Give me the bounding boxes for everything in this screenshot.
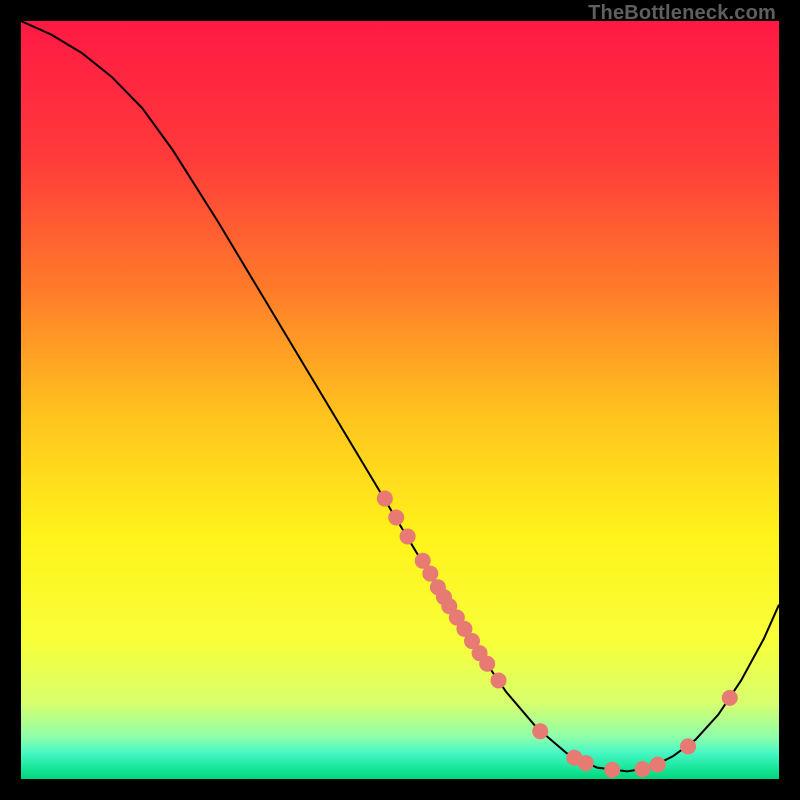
data-point — [680, 738, 696, 754]
data-point — [422, 566, 438, 582]
data-point — [650, 757, 666, 773]
chart-background — [21, 21, 779, 779]
data-point — [479, 656, 495, 672]
chart-frame: TheBottleneck.com — [0, 0, 800, 800]
data-point — [604, 762, 620, 778]
data-point — [377, 491, 393, 507]
data-point — [491, 672, 507, 688]
data-point — [400, 528, 416, 544]
data-point — [578, 755, 594, 771]
data-point — [388, 509, 404, 525]
chart-svg — [21, 21, 779, 779]
chart-plot-area — [21, 21, 779, 779]
data-point — [635, 761, 651, 777]
data-point — [722, 690, 738, 706]
data-point — [532, 723, 548, 739]
